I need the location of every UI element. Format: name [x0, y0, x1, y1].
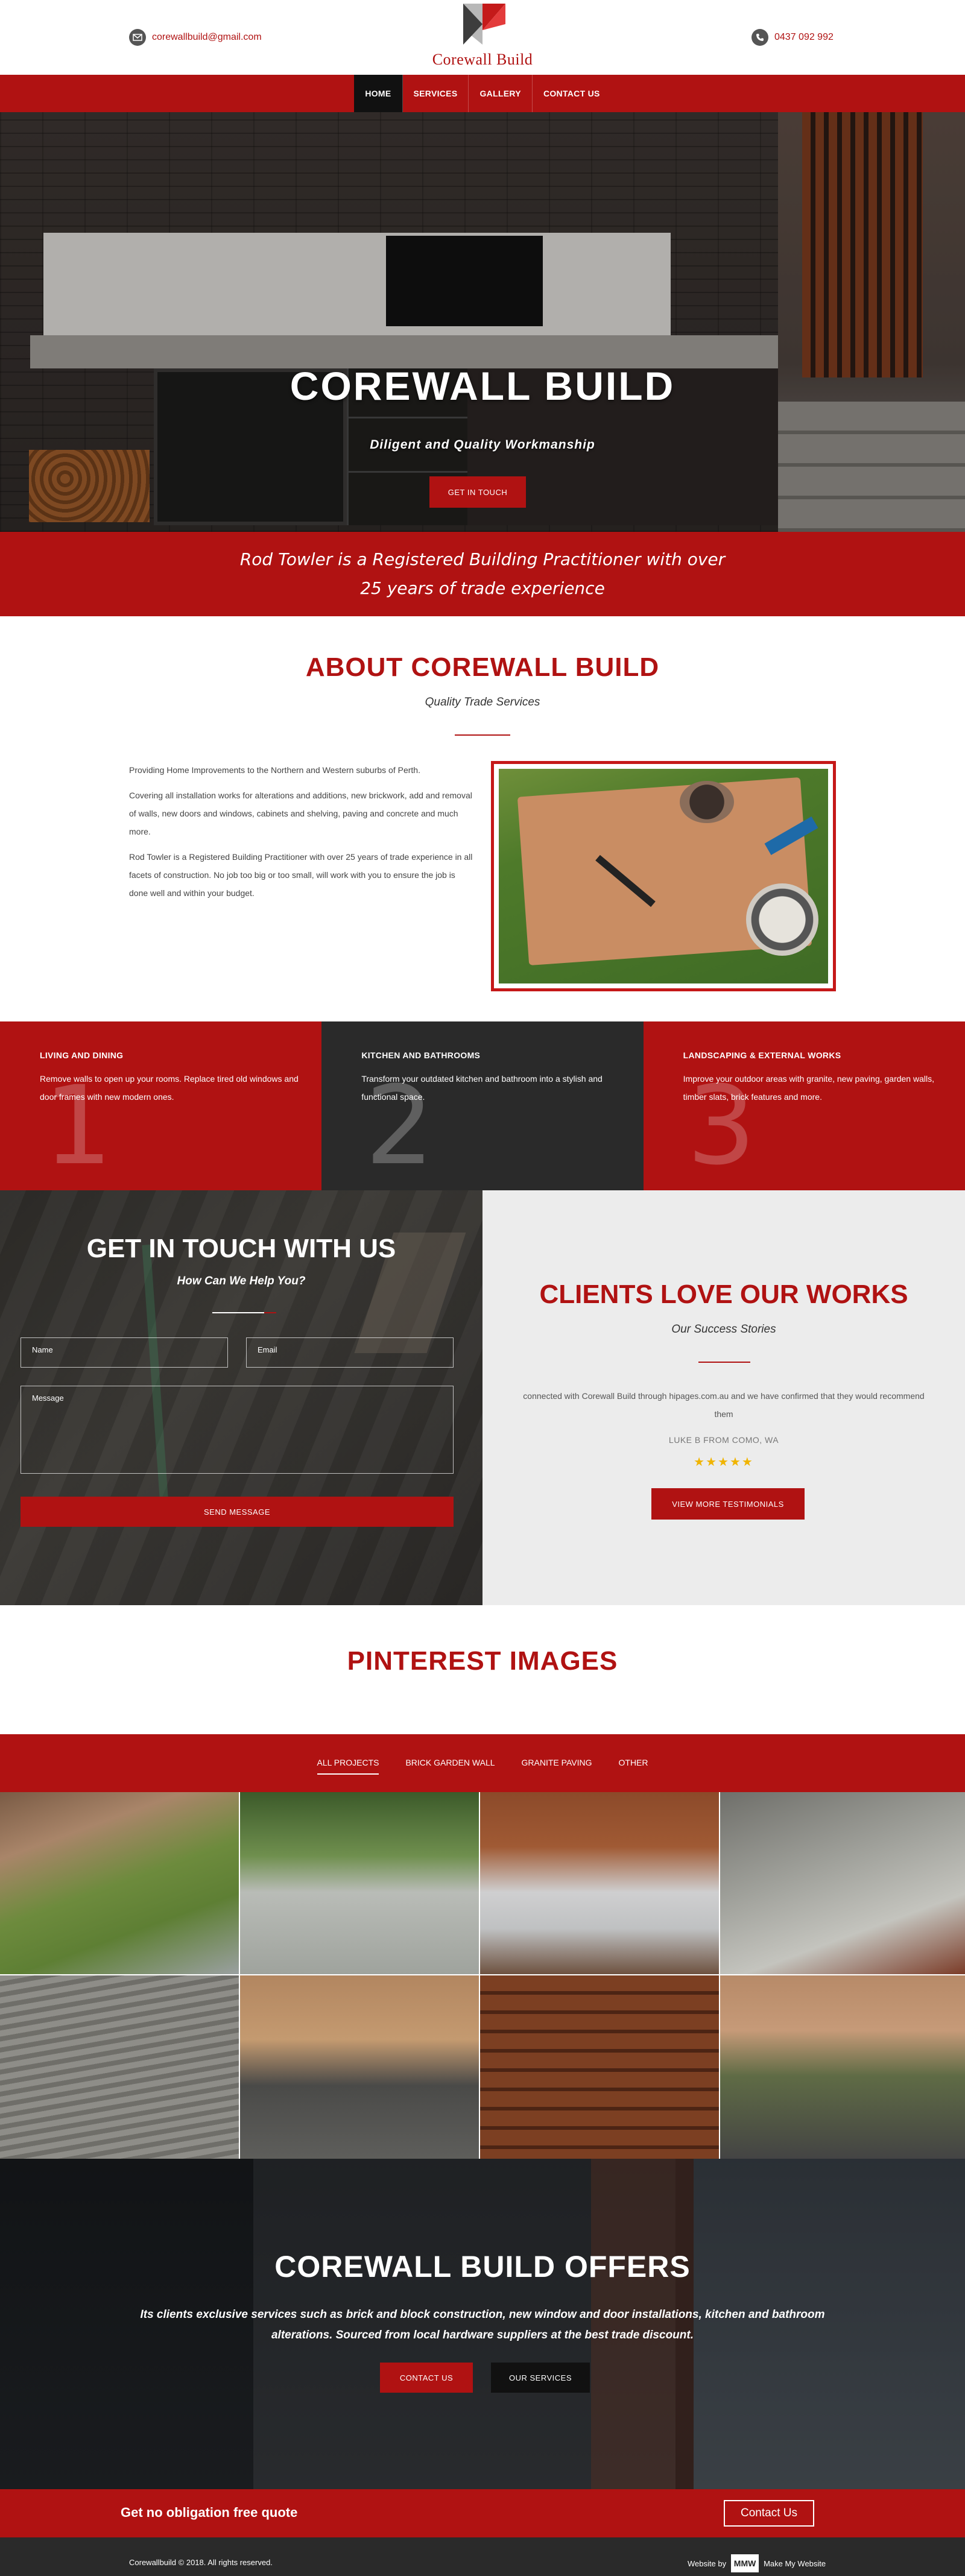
copyright: Corewallbuild © 2018. All rights reserve…: [129, 2558, 273, 2567]
send-message-button[interactable]: SEND MESSAGE: [21, 1497, 454, 1527]
gallery-image[interactable]: [480, 1792, 719, 1974]
gallery-image[interactable]: [720, 1975, 965, 2159]
free-quote-bar: Get no obligation free quote Contact Us: [0, 2489, 965, 2537]
star-rating-icon: ★★★★★: [694, 1456, 754, 1469]
nav-services[interactable]: SERVICES: [403, 75, 469, 112]
about-photo: [491, 761, 836, 991]
testimonials-section: CLIENTS LOVE OUR WORKS Our Success Stori…: [482, 1190, 965, 1605]
hero-title: COREWALL BUILD: [290, 364, 676, 408]
credit-name[interactable]: Make My Website: [764, 2559, 826, 2568]
contact-form-section: GET IN TOUCH WITH US How Can We Help You…: [0, 1190, 482, 1605]
service-card[interactable]: 3 LANDSCAPING & EXTERNAL WORKS Improve y…: [643, 1021, 965, 1190]
site-header: corewallbuild@gmail.com Corewall Build 0…: [0, 0, 965, 75]
service-text: Improve your outdoor areas with granite,…: [683, 1074, 934, 1102]
envelope-icon: [129, 29, 146, 46]
gallery-filter-bar: ALL PROJECTS BRICK GARDEN WALL GRANITE P…: [0, 1734, 965, 1792]
testimonials-subtitle: Our Success Stories: [671, 1323, 776, 1336]
website-credit[interactable]: Website by MMW Make My Website: [688, 2554, 826, 2572]
gallery-image[interactable]: [240, 1792, 479, 1974]
logo-text: Corewall Build: [432, 51, 533, 68]
filter-other[interactable]: OTHER: [619, 1758, 648, 1775]
free-quote-text: Get no obligation free quote: [121, 2505, 298, 2520]
offers-description: Its clients exclusive services such as b…: [140, 2308, 825, 2341]
gallery-image[interactable]: [720, 1792, 965, 1974]
testimonials-divider: [698, 1362, 750, 1363]
contact-testimonial-split: GET IN TOUCH WITH US How Can We Help You…: [0, 1190, 965, 1605]
filter-granite-paving[interactable]: GRANITE PAVING: [522, 1758, 592, 1775]
about-divider: [455, 734, 510, 736]
filter-brick-garden-wall[interactable]: BRICK GARDEN WALL: [405, 1758, 495, 1775]
quote-contact-button[interactable]: Contact Us: [724, 2500, 814, 2527]
about-subtitle: Quality Trade Services: [425, 696, 540, 709]
service-card[interactable]: 1 LIVING AND DINING Remove walls to open…: [0, 1021, 322, 1190]
about-paragraph: Providing Home Improvements to the North…: [129, 765, 420, 775]
testimonial-author: LUKE B FROM COMO, WA: [668, 1435, 779, 1445]
about-title: ABOUT COREWALL BUILD: [305, 652, 660, 682]
make-my-website-logo: MMW: [731, 2554, 759, 2572]
name-field[interactable]: Name: [21, 1337, 228, 1368]
email-field[interactable]: Email: [246, 1337, 454, 1368]
service-title: LIVING AND DINING: [40, 1050, 124, 1060]
service-text: Transform your outdated kitchen and bath…: [361, 1074, 603, 1102]
our-services-button[interactable]: OUR SERVICES: [491, 2363, 590, 2393]
offers-section: COREWALL BUILD OFFERS Its clients exclus…: [0, 2159, 965, 2489]
about-paragraph: Rod Towler is a Registered Building Prac…: [129, 852, 473, 898]
intro-line-2: 25 years of trade experience: [360, 578, 605, 598]
header-email-text[interactable]: corewallbuild@gmail.com: [152, 32, 262, 43]
hero-subtitle: Diligent and Quality Workmanship: [370, 438, 595, 452]
gallery-image[interactable]: [0, 1975, 239, 2159]
about-section: ABOUT COREWALL BUILD Quality Trade Servi…: [0, 616, 965, 1021]
logo-mark: [463, 4, 505, 45]
phone-icon: [751, 29, 768, 46]
offers-title: COREWALL BUILD OFFERS: [274, 2250, 691, 2284]
gallery-image[interactable]: [0, 1792, 239, 1974]
nav-contact-us[interactable]: CONTACT US: [533, 75, 611, 112]
testimonial-quote: connected with Corewall Build through hi…: [523, 1391, 925, 1419]
service-text: Remove walls to open up your rooms. Repl…: [40, 1074, 299, 1102]
credit-prefix: Website by: [688, 2559, 727, 2568]
view-more-testimonials-button[interactable]: VIEW MORE TESTIMONIALS: [651, 1488, 805, 1520]
intro-line-1: Rod Towler is a Registered Building Prac…: [239, 549, 726, 569]
nav-home[interactable]: HOME: [354, 75, 403, 112]
service-title: LANDSCAPING & EXTERNAL WORKS: [683, 1050, 841, 1060]
about-paragraph: Covering all installation works for alte…: [129, 791, 472, 836]
about-text: Providing Home Improvements to the North…: [129, 761, 473, 909]
hero-banner: COREWALL BUILD Diligent and Quality Work…: [0, 112, 965, 532]
service-card[interactable]: 2 KITCHEN AND BATHROOMS Transform your o…: [321, 1021, 644, 1190]
header-phone[interactable]: 0437 092 992: [751, 29, 834, 46]
filter-all-projects[interactable]: ALL PROJECTS: [317, 1758, 379, 1775]
pinterest-title: PINTEREST IMAGES: [347, 1646, 618, 1676]
main-nav: HOME SERVICES GALLERY CONTACT US: [0, 75, 965, 112]
gallery-image[interactable]: [480, 1975, 719, 2159]
intro-band: Rod Towler is a Registered Building Prac…: [0, 532, 965, 616]
message-field[interactable]: Message: [21, 1386, 454, 1474]
header-email[interactable]: corewallbuild@gmail.com: [129, 29, 262, 46]
page: corewallbuild@gmail.com Corewall Build 0…: [0, 0, 965, 2576]
site-logo[interactable]: Corewall Build: [422, 0, 543, 72]
header-phone-text[interactable]: 0437 092 992: [774, 32, 834, 43]
pinterest-gallery: [0, 1792, 965, 2159]
get-in-touch-button[interactable]: GET IN TOUCH: [429, 476, 526, 508]
service-title: KITCHEN AND BATHROOMS: [361, 1050, 481, 1060]
contact-us-button[interactable]: CONTACT US: [380, 2363, 473, 2393]
gallery-image[interactable]: [240, 1975, 479, 2159]
contact-title: GET IN TOUCH WITH US: [86, 1234, 396, 1263]
contact-divider: [212, 1312, 276, 1313]
contact-subtitle: How Can We Help You?: [177, 1275, 306, 1287]
nav-gallery[interactable]: GALLERY: [469, 75, 533, 112]
site-footer: Corewallbuild © 2018. All rights reserve…: [0, 2537, 965, 2576]
pinterest-header: PINTEREST IMAGES: [0, 1605, 965, 1734]
services-strip: 1 LIVING AND DINING Remove walls to open…: [0, 1021, 965, 1190]
testimonials-title: CLIENTS LOVE OUR WORKS: [539, 1280, 908, 1309]
